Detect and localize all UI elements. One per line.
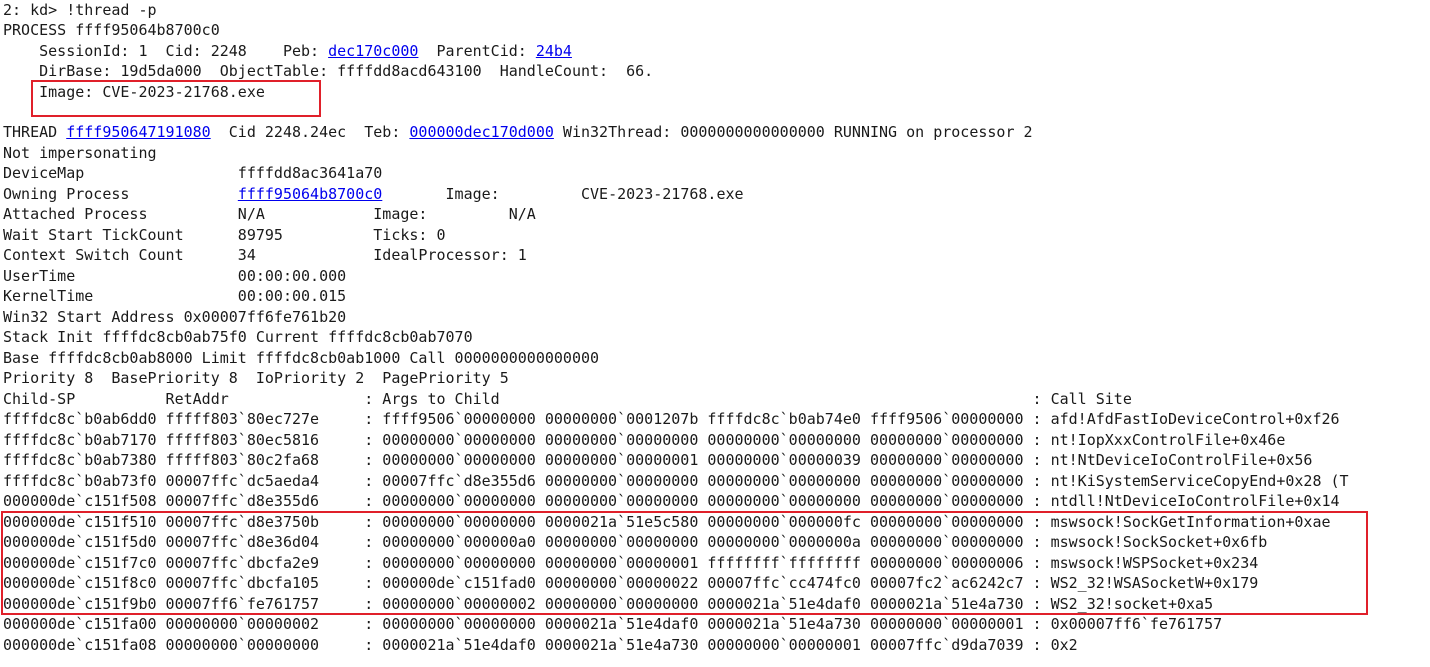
owning-image-text: Image: CVE-2023-21768.exe	[382, 185, 744, 203]
stack-base-line: Base ffffdc8cb0ab8000 Limit ffffdc8cb0ab…	[3, 349, 600, 367]
kerneltime-line: KernelTime 00:00:00.015	[3, 287, 347, 305]
stack-row: 000000de`c151fa00 00000000`00000002 : 00…	[3, 615, 1223, 633]
process-image-line: Image: CVE-2023-21768.exe	[3, 83, 265, 101]
stack-row: 000000de`c151f9b0 00007ff6`fe761757 : 00…	[3, 595, 1214, 613]
thread-line: THREAD ffff950647191080 Cid 2248.24ec Te…	[3, 122, 1033, 142]
usertime-line: UserTime 00:00:00.000	[3, 267, 347, 285]
owning-process-label: Owning Process	[3, 185, 238, 203]
teb-link[interactable]: 000000dec170d000	[409, 123, 554, 141]
stack-header: Child-SP RetAddr : Args to Child : Call …	[3, 390, 1132, 408]
cid-teb-text: Cid 2248.24ec Teb:	[210, 123, 410, 141]
owning-process-link[interactable]: ffff95064b8700c0	[238, 185, 383, 203]
stack-row: ffffdc8c`b0ab6dd0 fffff803`80ec727e : ff…	[3, 410, 1340, 428]
impersonating-line: Not impersonating	[3, 144, 157, 162]
stack-row: 000000de`c151f8c0 00007ffc`dbcfa105 : 00…	[3, 574, 1259, 592]
session-line: SessionId: 1 Cid: 2248 Peb: dec170c000 P…	[3, 41, 572, 61]
priority-line: Priority 8 BasePriority 8 IoPriority 2 P…	[3, 369, 509, 387]
peb-link[interactable]: dec170c000	[328, 42, 418, 60]
process-line: PROCESS ffff95064b8700c0	[3, 21, 220, 39]
stack-row: 000000de`c151f510 00007ffc`d8e3750b : 00…	[3, 513, 1331, 531]
thread-label: THREAD	[3, 123, 67, 141]
stack-init-line: Stack Init ffffdc8cb0ab75f0 Current ffff…	[3, 328, 473, 346]
stack-row: 000000de`c151f7c0 00007ffc`dbcfa2e9 : 00…	[3, 554, 1259, 572]
thread-link[interactable]: ffff950647191080	[66, 123, 211, 141]
win32-start-line: Win32 Start Address 0x00007ff6fe761b20	[3, 308, 347, 326]
session-text: SessionId: 1 Cid: 2248 Peb:	[3, 42, 329, 60]
wait-start-line: Wait Start TickCount 89795 Ticks: 0	[3, 226, 446, 244]
attached-process-line: Attached Process N/A Image: N/A	[3, 205, 536, 223]
owning-process-line: Owning Process ffff95064b8700c0 Image: C…	[3, 184, 744, 204]
devicemap-line: DeviceMap ffffdd8ac3641a70	[3, 164, 383, 182]
debugger-output: 2: kd> !thread -p PROCESS ffff95064b8700…	[3, 0, 1430, 667]
context-switch-line: Context Switch Count 34 IdealProcessor: …	[3, 246, 527, 264]
stack-row: ffffdc8c`b0ab7170 fffff803`80ec5816 : 00…	[3, 431, 1286, 449]
stack-row: 000000de`c151fa08 00000000`00000000 : 00…	[3, 636, 1078, 654]
parentcid-link[interactable]: 24b4	[536, 42, 572, 60]
thread-status-text: Win32Thread: 0000000000000000 RUNNING on…	[553, 123, 1033, 141]
command-prompt: 2: kd> !thread -p	[3, 1, 157, 19]
stack-row: ffffdc8c`b0ab7380 fffff803`80c2fa68 : 00…	[3, 451, 1313, 469]
stack-row: 000000de`c151f5d0 00007ffc`d8e36d04 : 00…	[3, 533, 1268, 551]
dirbase-line: DirBase: 19d5da000 ObjectTable: ffffdd8a…	[3, 62, 654, 80]
stack-row: ffffdc8c`b0ab73f0 00007ffc`dc5aeda4 : 00…	[3, 472, 1349, 490]
parentcid-text: ParentCid:	[418, 42, 536, 60]
stack-row: 000000de`c151f508 00007ffc`d8e355d6 : 00…	[3, 492, 1340, 510]
